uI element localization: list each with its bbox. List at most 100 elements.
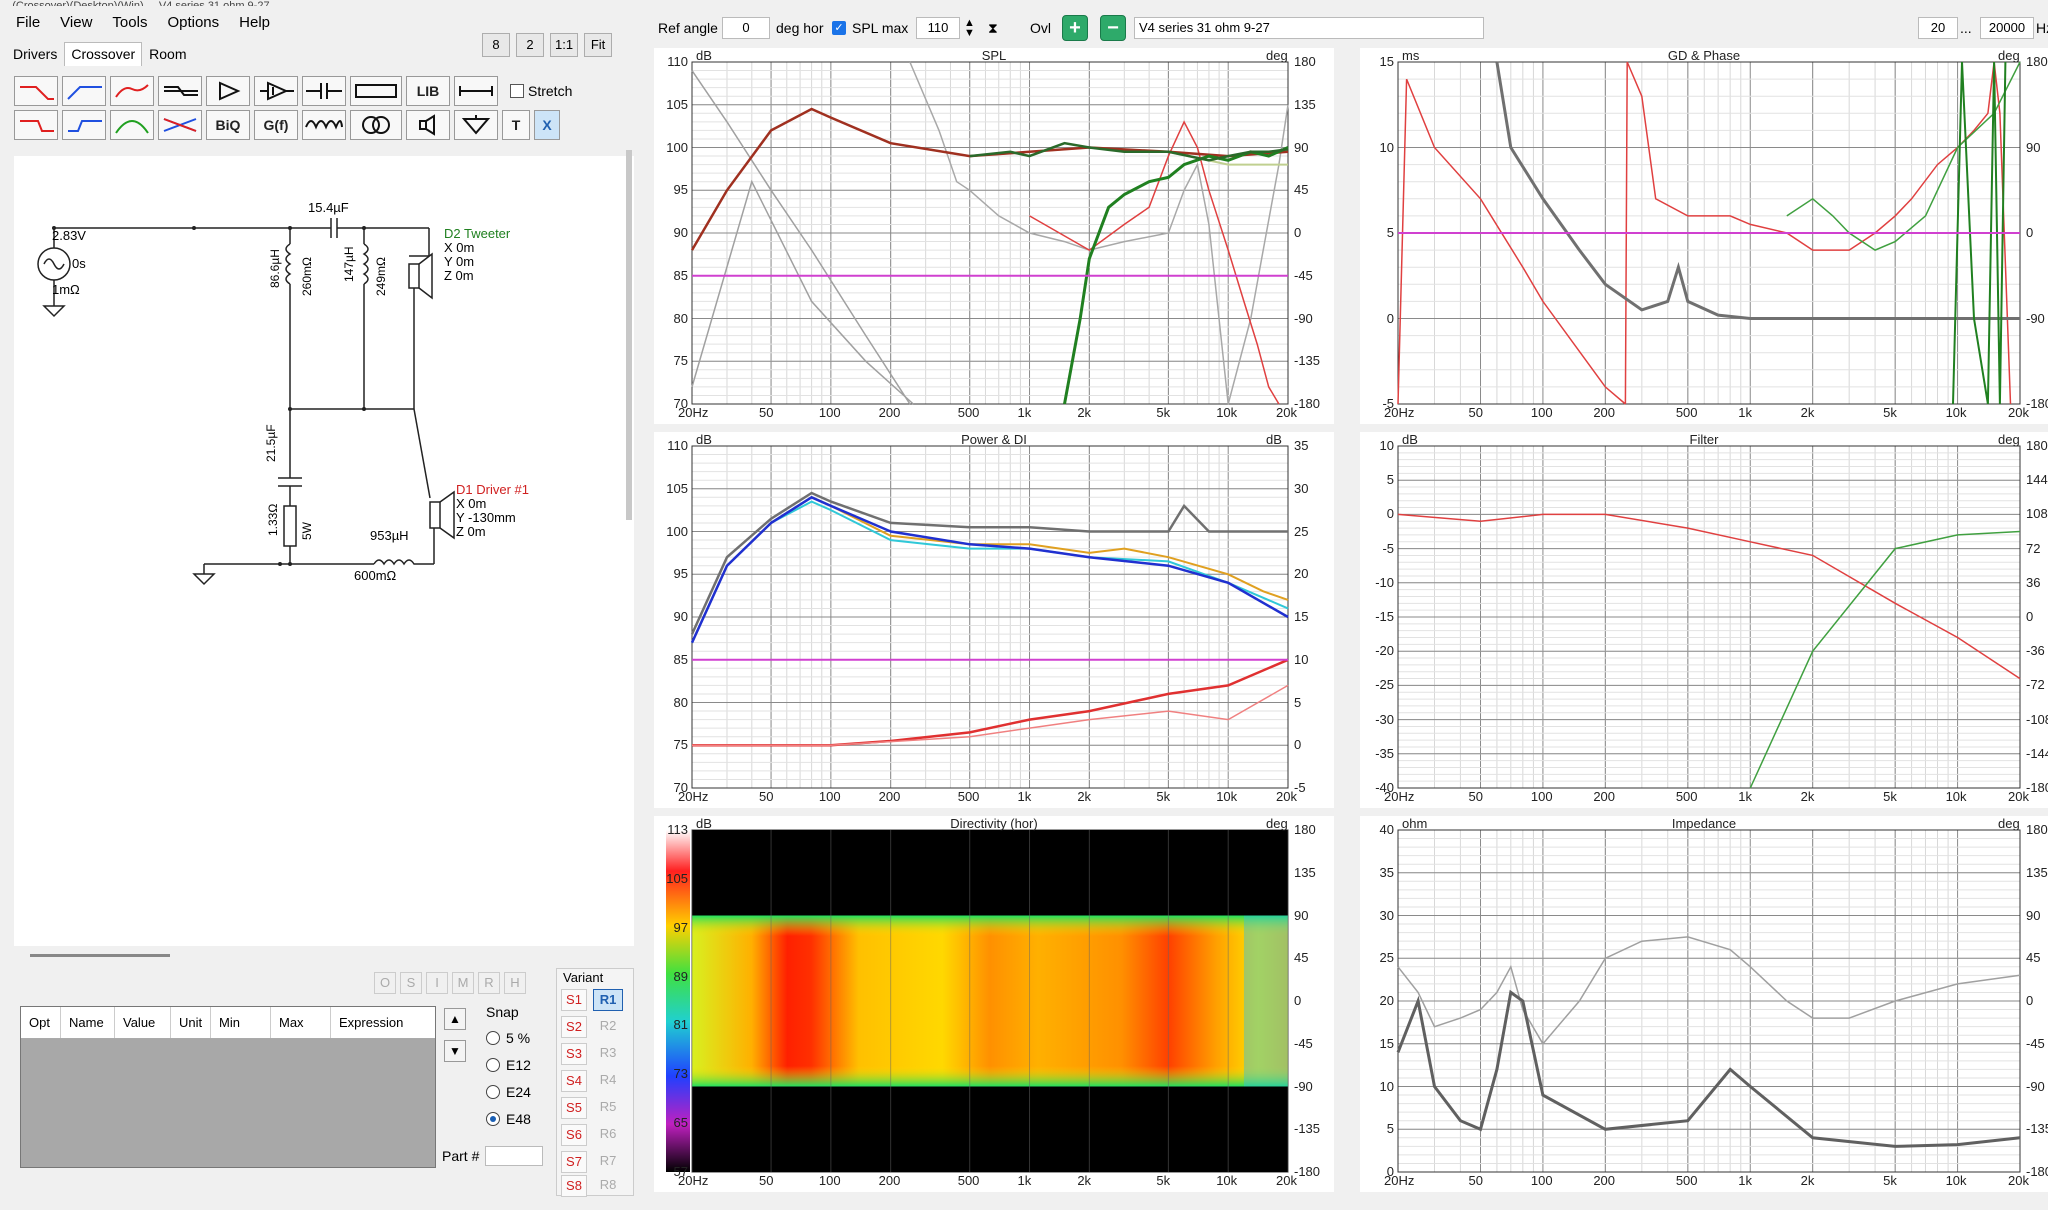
text-button[interactable]: T [502, 110, 530, 140]
variant-r4[interactable]: R4 [593, 1070, 623, 1092]
capacitor-icon[interactable] [302, 76, 346, 106]
allpass-icon[interactable] [158, 110, 202, 140]
gf-button[interactable]: G(f) [254, 110, 298, 140]
schematic-canvas[interactable]: 2.83V 0s 1mΩ 15.4µF 86.6µH 260mΩ 147µH 2… [14, 156, 634, 946]
grid-8-button[interactable]: 8 [482, 33, 510, 57]
speaker-icon[interactable] [406, 110, 450, 140]
opt-o-button[interactable]: O [374, 972, 396, 994]
x-tick-label: 500 [957, 405, 980, 420]
directivity-chart[interactable]: Directivity (hor) dB deg 113 105 97 89 81 73 65 57… [654, 816, 1334, 1192]
col-unit[interactable]: Unit [171, 1007, 211, 1038]
variant-s1[interactable]: S1 [561, 989, 587, 1011]
library-button[interactable]: LIB [406, 76, 450, 106]
lowpass-red-2-icon[interactable] [14, 110, 58, 140]
bandpass-red-icon[interactable] [110, 76, 154, 106]
variant-r5[interactable]: R5 [593, 1097, 623, 1119]
snap-e24[interactable]: E24 [486, 1078, 531, 1105]
freq-max-input[interactable]: 20000 [1980, 17, 2034, 39]
spl-max-input[interactable]: 110 [916, 17, 960, 39]
move-up-icon[interactable]: ▲ [444, 1008, 466, 1030]
impedance-chart[interactable]: Impedance ohm deg 40 35 30 25 20 15 10 5 0 180 135 90 4… [1360, 816, 2048, 1192]
y2-tick-label: 0 [2026, 225, 2034, 240]
variant-s3[interactable]: S3 [561, 1043, 587, 1065]
menu-options[interactable]: Options [157, 12, 229, 33]
menu-tools[interactable]: Tools [102, 12, 157, 33]
tweeter-name-label[interactable]: D2 Tweeter [444, 226, 510, 241]
variant-r6[interactable]: R6 [593, 1124, 623, 1146]
part-number-field[interactable] [485, 1146, 544, 1166]
x-tick-label: 20k [2008, 1173, 2029, 1188]
variant-s8[interactable]: S8 [561, 1175, 587, 1197]
col-max[interactable]: Max [271, 1007, 331, 1038]
x-tick-label: 1k [1738, 789, 1752, 804]
zoom-1-1-button[interactable]: 1:1 [550, 33, 579, 57]
remove-overlay-button[interactable]: − [1100, 15, 1126, 41]
opt-s-button[interactable]: S [400, 972, 422, 994]
spl-lock-icon[interactable]: ⧗ [988, 20, 998, 37]
col-expression[interactable]: Expression [331, 1007, 435, 1038]
snap-e12[interactable]: E12 [486, 1051, 531, 1078]
power-di-chart[interactable]: Power & DI dB dB 110 105 100 95 90 85 80 75 70 35 30 2… [654, 432, 1334, 808]
tab-crossover[interactable]: Crossover [64, 42, 143, 66]
stretch-toggle[interactable]: Stretch [510, 83, 572, 99]
menu-view[interactable]: View [50, 12, 102, 33]
resistor-icon[interactable] [350, 76, 402, 106]
variant-s2[interactable]: S2 [561, 1016, 587, 1038]
highpass-blue-2-icon[interactable] [62, 110, 106, 140]
snap-e48[interactable]: E48 [486, 1105, 531, 1132]
col-min[interactable]: Min [211, 1007, 271, 1038]
freq-min-input[interactable]: 20 [1918, 17, 1958, 39]
highpass-blue-icon[interactable] [62, 76, 106, 106]
buffer-icon[interactable] [206, 76, 250, 106]
variant-r1[interactable]: R1 [593, 989, 623, 1011]
menu-file[interactable]: File [6, 12, 50, 33]
wire-icon[interactable] [454, 76, 498, 106]
variant-r3[interactable]: R3 [593, 1043, 623, 1065]
fit-button[interactable]: Fit [584, 33, 613, 57]
opt-r-button[interactable]: R [478, 972, 500, 994]
col-name[interactable]: Name [61, 1007, 115, 1038]
gd-phase-chart[interactable]: GD & Phasemsdeg151050-5180900-90-18020Hz… [1360, 48, 2048, 424]
variant-s4[interactable]: S4 [561, 1070, 587, 1092]
col-value[interactable]: Value [115, 1007, 171, 1038]
spl-spin-icon[interactable]: ▲ ▼ [964, 18, 975, 39]
tab-drivers[interactable]: Drivers [6, 42, 64, 66]
spl-chart[interactable]: SPL dB deg 110 105 100 95 90 85 80 75 70 180 135 90 45 0… [654, 48, 1334, 424]
inductor-icon[interactable] [302, 110, 346, 140]
ground-icon[interactable] [454, 110, 498, 140]
woofer-name-label[interactable]: D1 Driver #1 [456, 482, 529, 497]
menu-help[interactable]: Help [229, 12, 280, 33]
biquad-button[interactable]: BiQ [206, 110, 250, 140]
variant-s6[interactable]: S6 [561, 1124, 587, 1146]
variant-r7[interactable]: R7 [593, 1151, 623, 1173]
opt-h-button[interactable]: H [504, 972, 526, 994]
move-down-icon[interactable]: ▼ [444, 1040, 466, 1062]
overlay-name-field[interactable]: V4 series 31 ohm 9-27 [1134, 17, 1484, 39]
tab-room[interactable]: Room [142, 42, 193, 66]
opt-m-button[interactable]: M [452, 972, 474, 994]
variant-r8[interactable]: R8 [593, 1175, 623, 1197]
stretch-checkbox[interactable] [510, 84, 524, 98]
opt-i-button[interactable]: I [426, 972, 448, 994]
ref-angle-label: Ref angle [658, 20, 718, 36]
grid-2-button[interactable]: 2 [516, 33, 544, 57]
variant-s5[interactable]: S5 [561, 1097, 587, 1119]
step-icon[interactable] [158, 76, 202, 106]
lowpass-red-icon[interactable] [14, 76, 58, 106]
splitter-handle[interactable] [30, 954, 170, 957]
delete-button[interactable]: X [534, 110, 560, 140]
filter-title: Filter [1689, 432, 1719, 447]
add-overlay-button[interactable]: + [1062, 15, 1088, 41]
spl-max-checkbox[interactable]: ✓ [832, 21, 846, 35]
bandpass-green-icon[interactable] [110, 110, 154, 140]
vertical-scrollbar[interactable] [626, 150, 632, 520]
col-opt[interactable]: Opt [21, 1007, 61, 1038]
snap-5pct[interactable]: 5 % [486, 1024, 531, 1051]
variant-s7[interactable]: S7 [561, 1151, 587, 1173]
transformer-icon[interactable] [350, 110, 402, 140]
variant-r2[interactable]: R2 [593, 1016, 623, 1038]
optimizer-table[interactable]: Opt Name Value Unit Min Max Expression [20, 1006, 436, 1168]
ref-angle-input[interactable]: 0 [722, 17, 770, 39]
filter-chart[interactable]: Filter dB deg 10 5 0 -5 -10 -15 -20 -25 -30 -35 -40 18… [1360, 432, 2048, 808]
opamp-icon[interactable] [254, 76, 298, 106]
